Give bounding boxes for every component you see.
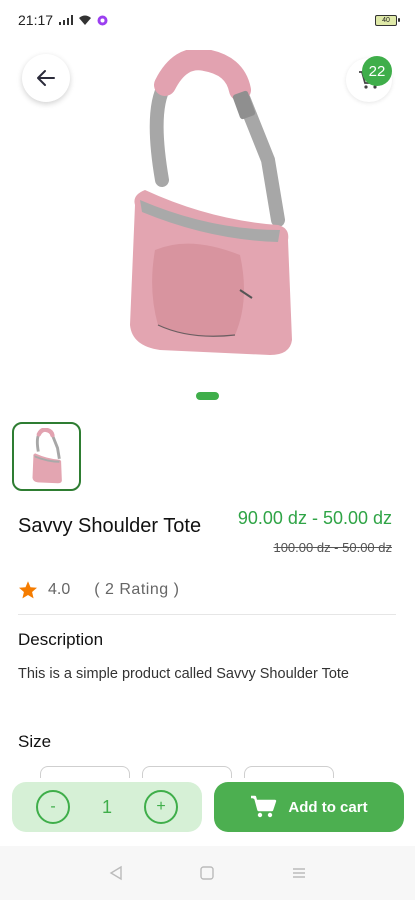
status-icons <box>59 15 108 26</box>
add-to-cart-button[interactable]: Add to cart <box>214 782 404 832</box>
image-page-indicator <box>196 392 219 400</box>
size-option[interactable] <box>244 766 334 778</box>
quantity-increase-button[interactable]: + <box>143 790 178 824</box>
description-text: This is a simple product called Savvy Sh… <box>18 666 349 682</box>
cart-count-badge: 22 <box>362 56 392 86</box>
price-old: 100.00 dz - 50.00 dz <box>273 540 392 555</box>
signal-icon <box>59 15 74 25</box>
quantity-decrease-button[interactable]: - <box>36 790 70 824</box>
size-options <box>40 766 334 778</box>
product-thumbnail[interactable] <box>12 422 81 491</box>
product-main-image[interactable] <box>110 50 310 370</box>
status-bar: 21:17 40 <box>0 0 415 40</box>
nav-back-icon[interactable] <box>108 865 124 881</box>
divider <box>18 614 396 615</box>
battery-icon: 40 <box>375 14 400 26</box>
size-option[interactable] <box>40 766 130 778</box>
product-title: Savvy Shoulder Tote <box>18 515 202 537</box>
back-arrow-icon <box>37 70 55 86</box>
description-heading: Description <box>18 630 104 649</box>
price-current: 90.00 dz - 50.00 dz <box>237 508 392 528</box>
back-button[interactable] <box>22 54 70 102</box>
messenger-icon <box>97 15 108 25</box>
size-option[interactable] <box>142 766 232 778</box>
add-to-cart-label: Add to cart <box>288 798 368 816</box>
rating-count: ( 2 Rating ) <box>94 581 180 598</box>
quantity-value: 1 <box>101 796 112 817</box>
status-time: 21:17 <box>18 12 54 28</box>
quantity-stepper: - 1 + <box>12 782 202 832</box>
nav-menu-icon[interactable] <box>291 865 307 881</box>
wifi-icon <box>79 15 92 25</box>
size-heading: Size <box>18 732 52 751</box>
thumbnail-image <box>32 427 62 483</box>
star-icon <box>19 581 37 599</box>
cart-icon <box>251 795 277 818</box>
system-nav-bar <box>0 846 415 900</box>
rating-row: 4.0 ( 2 Rating ) <box>18 580 179 600</box>
rating-value: 4.0 <box>48 581 71 598</box>
nav-home-icon[interactable] <box>199 865 215 881</box>
